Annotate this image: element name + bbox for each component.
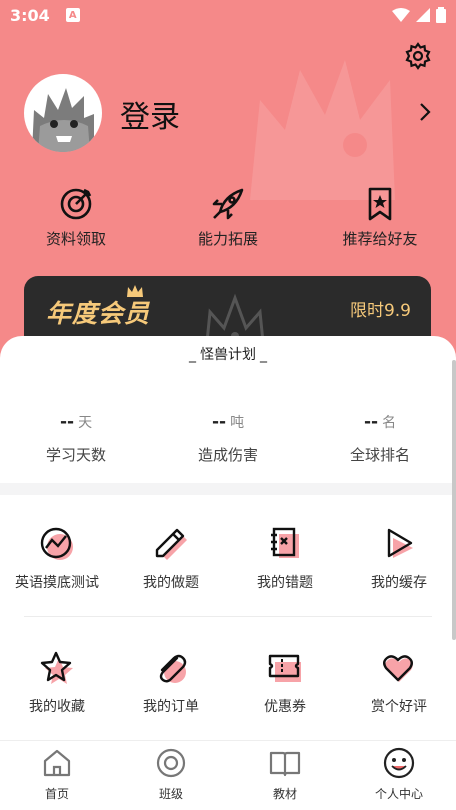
stat-value: -- (59, 412, 75, 432)
grid-item-favorites[interactable]: 我的收藏 (0, 650, 114, 716)
grid-item-english-test[interactable]: 英语摸底测试 (0, 526, 114, 592)
play-icon (387, 528, 413, 558)
monster-avatar-icon (32, 88, 94, 152)
stat-damage: -- 吨 造成伤害 (152, 412, 304, 465)
grid-item-rate-app[interactable]: 赏个好评 (342, 650, 456, 716)
home-icon (43, 749, 71, 777)
paperclip-icon (159, 654, 187, 683)
stat-unit: 吨 (230, 415, 245, 431)
tab-textbook[interactable]: 教材 (228, 747, 342, 802)
pencil-icon (155, 528, 187, 560)
login-label[interactable]: 登录 (120, 92, 180, 136)
tab-home[interactable]: 首页 (0, 747, 114, 802)
stat-label: 造成伤害 (197, 446, 258, 464)
grid-label: 优惠券 (264, 699, 306, 715)
grid-label: 赏个好评 (371, 699, 427, 715)
grid-label: 我的订单 (143, 699, 199, 715)
stat-study-days: -- 天 学习天数 (0, 412, 152, 465)
plan-title: _ 怪兽计划 _ (0, 344, 456, 364)
stat-label: 全球排名 (349, 446, 410, 464)
grid-label: 英语摸底测试 (15, 575, 99, 591)
grid-item-my-mistakes[interactable]: 我的错题 (228, 526, 342, 592)
quick-action-recommend[interactable]: 推荐给好友 (310, 186, 450, 249)
status-bar: 3:04 A (0, 0, 456, 30)
stat-value: -- (363, 412, 379, 432)
wifi-icon (392, 8, 410, 22)
stat-value: -- (211, 412, 227, 432)
grid-item-my-cache[interactable]: 我的缓存 (342, 526, 456, 592)
notification-icon: A (65, 8, 80, 22)
bookmark-star-icon (368, 187, 392, 221)
rocket-icon (212, 188, 244, 220)
scrollbar[interactable] (452, 360, 456, 640)
vip-price: 限时9.9 (349, 301, 411, 321)
grid-row-divider (24, 616, 432, 617)
status-time: 3:04 (10, 5, 50, 25)
stat-unit: 天 (78, 415, 93, 431)
tab-label: 班级 (158, 787, 183, 801)
grid-label: 我的缓存 (371, 575, 427, 591)
grid-item-orders[interactable]: 我的订单 (114, 650, 228, 716)
quick-action-materials[interactable]: 资料领取 (6, 186, 146, 249)
tab-profile[interactable]: 个人中心 (342, 747, 456, 802)
grid-item-coupons[interactable]: 优惠券 (228, 650, 342, 716)
grid-label: 我的做题 (143, 575, 199, 591)
trend-circle-icon (40, 527, 73, 560)
settings-gear-icon[interactable] (404, 42, 432, 70)
section-divider (0, 483, 456, 495)
chevron-right-icon[interactable] (418, 100, 432, 124)
notebook-x-icon (271, 527, 299, 558)
avatar[interactable] (24, 74, 102, 152)
bottom-tab-bar: 首页 班级 教材 个人中心 (0, 740, 456, 810)
plan-title-text: 怪兽计划 (200, 347, 256, 363)
signal-icon (416, 8, 430, 22)
battery-icon (436, 7, 446, 23)
vip-title: 年度会员 (46, 299, 151, 328)
grid-label: 我的错题 (257, 575, 313, 591)
tab-label: 教材 (272, 787, 297, 801)
quick-action-label: 推荐给好友 (342, 230, 418, 248)
ticket-icon (268, 654, 301, 682)
disc-icon (156, 748, 186, 778)
quick-action-ability[interactable]: 能力拓展 (158, 186, 298, 249)
target-icon (60, 188, 92, 220)
grid-label: 我的收藏 (29, 699, 85, 715)
tab-class[interactable]: 班级 (114, 747, 228, 802)
tab-label: 个人中心 (374, 787, 423, 801)
book-icon (269, 751, 301, 777)
grid-item-my-exercises[interactable]: 我的做题 (114, 526, 228, 592)
star-icon (40, 651, 73, 684)
tab-label: 首页 (44, 787, 69, 801)
monster-face-icon (383, 747, 415, 779)
stat-label: 学习天数 (45, 446, 106, 464)
heart-icon (383, 655, 413, 682)
quick-action-label: 资料领取 (45, 230, 106, 248)
stat-unit: 名 (382, 415, 397, 431)
monster-watermark-icon (250, 60, 395, 200)
stat-global-rank: -- 名 全球排名 (304, 412, 456, 465)
quick-action-label: 能力拓展 (197, 230, 258, 248)
